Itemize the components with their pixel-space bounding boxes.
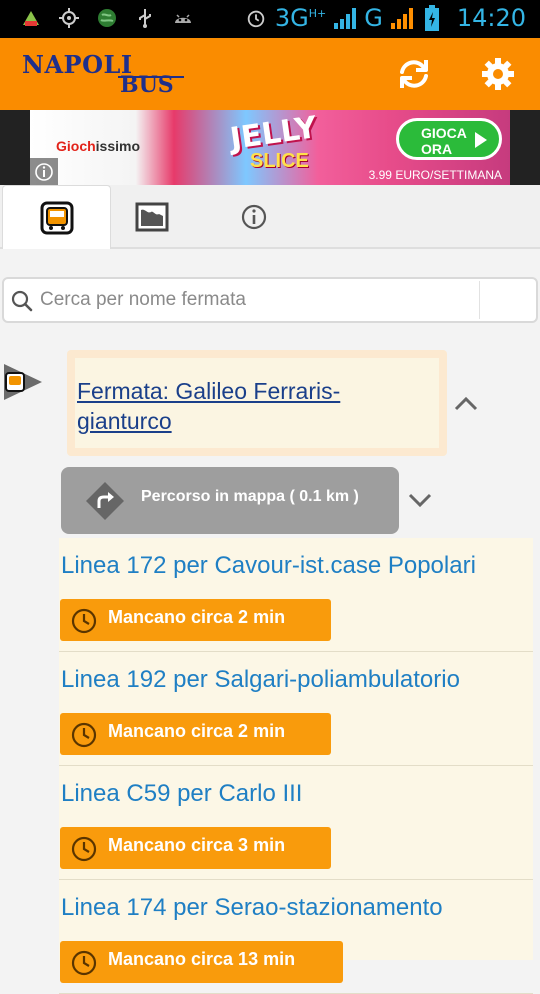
ad-game-subtitle: SLICE	[250, 150, 309, 172]
line-title: Linea 192 per Salgari-poliambulatorio	[61, 666, 460, 693]
ad-info-button[interactable]	[30, 158, 58, 185]
status-bar: 3GH+ G 14:20	[0, 0, 540, 38]
tab-map[interactable]	[111, 185, 193, 249]
eta-badge: Mancano circa 2 min	[60, 599, 331, 641]
list-item[interactable]: Linea 174 per Serao-stazionamento Mancan…	[59, 880, 533, 994]
route-button-label: Percorso in mappa ( 0.1 km )	[141, 488, 359, 505]
eta-label: Mancano circa 3 min	[108, 835, 286, 855]
globe-icon	[96, 6, 118, 30]
search-icon	[11, 290, 33, 312]
stop-header: Fermata: Galileo Ferraris-gianturco	[67, 350, 447, 456]
list-item[interactable]: Linea 172 per Cavour-ist.case Popolari M…	[59, 538, 533, 652]
alarm-icon	[245, 6, 267, 30]
line-title: Linea C59 per Carlo III	[61, 780, 303, 807]
stop-marker	[2, 362, 44, 407]
search-bar[interactable]	[2, 277, 538, 323]
app-bar: NAPOLI BUS	[0, 38, 540, 110]
search-input[interactable]	[40, 285, 480, 315]
gear-icon	[482, 58, 514, 90]
bus-stop-pointer-icon	[4, 364, 42, 400]
info-icon	[241, 204, 267, 230]
ad-banner[interactable]: Giochissimo JELLY SLICE GIOCA ORA 3.99 E…	[0, 110, 540, 185]
eta-label: Mancano circa 2 min	[108, 721, 286, 741]
refresh-icon	[400, 60, 428, 88]
signal-icon-2	[390, 7, 413, 29]
info-icon	[35, 162, 53, 181]
bus-stop-icon	[40, 201, 73, 234]
search-divider	[479, 281, 480, 319]
expand-button[interactable]	[406, 486, 434, 519]
logo-text-napoli: NAPOLI	[22, 50, 133, 79]
clock-icon	[71, 950, 97, 976]
refresh-button[interactable]	[394, 54, 434, 94]
signal-icon	[334, 7, 357, 29]
napolibus-logo: NAPOLI BUS	[22, 50, 184, 100]
ad-creative[interactable]: Giochissimo JELLY SLICE GIOCA ORA 3.99 E…	[30, 110, 510, 185]
stop-header-inner: Fermata: Galileo Ferraris-gianturco	[75, 358, 439, 448]
ad-brand: Giochissimo	[56, 138, 141, 154]
tab-info[interactable]	[213, 185, 295, 249]
play-arrow-icon	[475, 132, 487, 148]
settings-button[interactable]	[478, 54, 518, 94]
android-icon	[172, 6, 194, 30]
eta-badge: Mancano circa 13 min	[60, 941, 343, 983]
eta-badge: Mancano circa 3 min	[60, 827, 331, 869]
ad-price: 3.99 EURO/SETTIMANA	[368, 168, 502, 182]
list-item[interactable]: Linea C59 per Carlo III Mancano circa 3 …	[59, 766, 533, 880]
collapse-button[interactable]	[452, 390, 480, 423]
clock-icon	[71, 722, 97, 748]
network-type: 3GH+	[274, 4, 327, 32]
lines-list: Linea 172 per Cavour-ist.case Popolari M…	[59, 538, 533, 994]
logo-text-bus: BUS	[120, 72, 174, 98]
line-title: Linea 172 per Cavour-ist.case Popolari	[61, 552, 476, 579]
usb-icon	[134, 6, 156, 30]
clock-time: 14:20	[456, 4, 526, 32]
eta-badge: Mancano circa 2 min	[60, 713, 331, 755]
clock-icon	[71, 608, 97, 634]
route-on-map-button[interactable]: Percorso in mappa ( 0.1 km )	[61, 467, 399, 534]
gps-icon	[58, 6, 80, 30]
list-item[interactable]: Linea 192 per Salgari-poliambulatorio Ma…	[59, 652, 533, 766]
chevron-down-icon	[408, 493, 432, 508]
tab-bus-stop[interactable]	[2, 185, 111, 249]
map-icon	[135, 202, 169, 232]
directions-icon	[86, 482, 124, 520]
ad-play-label: GIOCA ORA	[421, 125, 467, 157]
stop-title-link[interactable]: Fermata: Galileo Ferraris-gianturco	[77, 376, 433, 436]
battery-icon	[421, 5, 443, 31]
eta-label: Mancano circa 2 min	[108, 607, 286, 627]
ad-play-button[interactable]: GIOCA ORA	[396, 118, 502, 160]
tab-bar	[0, 185, 540, 249]
line-title: Linea 174 per Serao-stazionamento	[61, 894, 443, 921]
network-type-2: G	[364, 4, 383, 32]
chevron-up-icon	[454, 396, 478, 411]
clock-icon	[71, 836, 97, 862]
app-icon	[20, 6, 42, 30]
